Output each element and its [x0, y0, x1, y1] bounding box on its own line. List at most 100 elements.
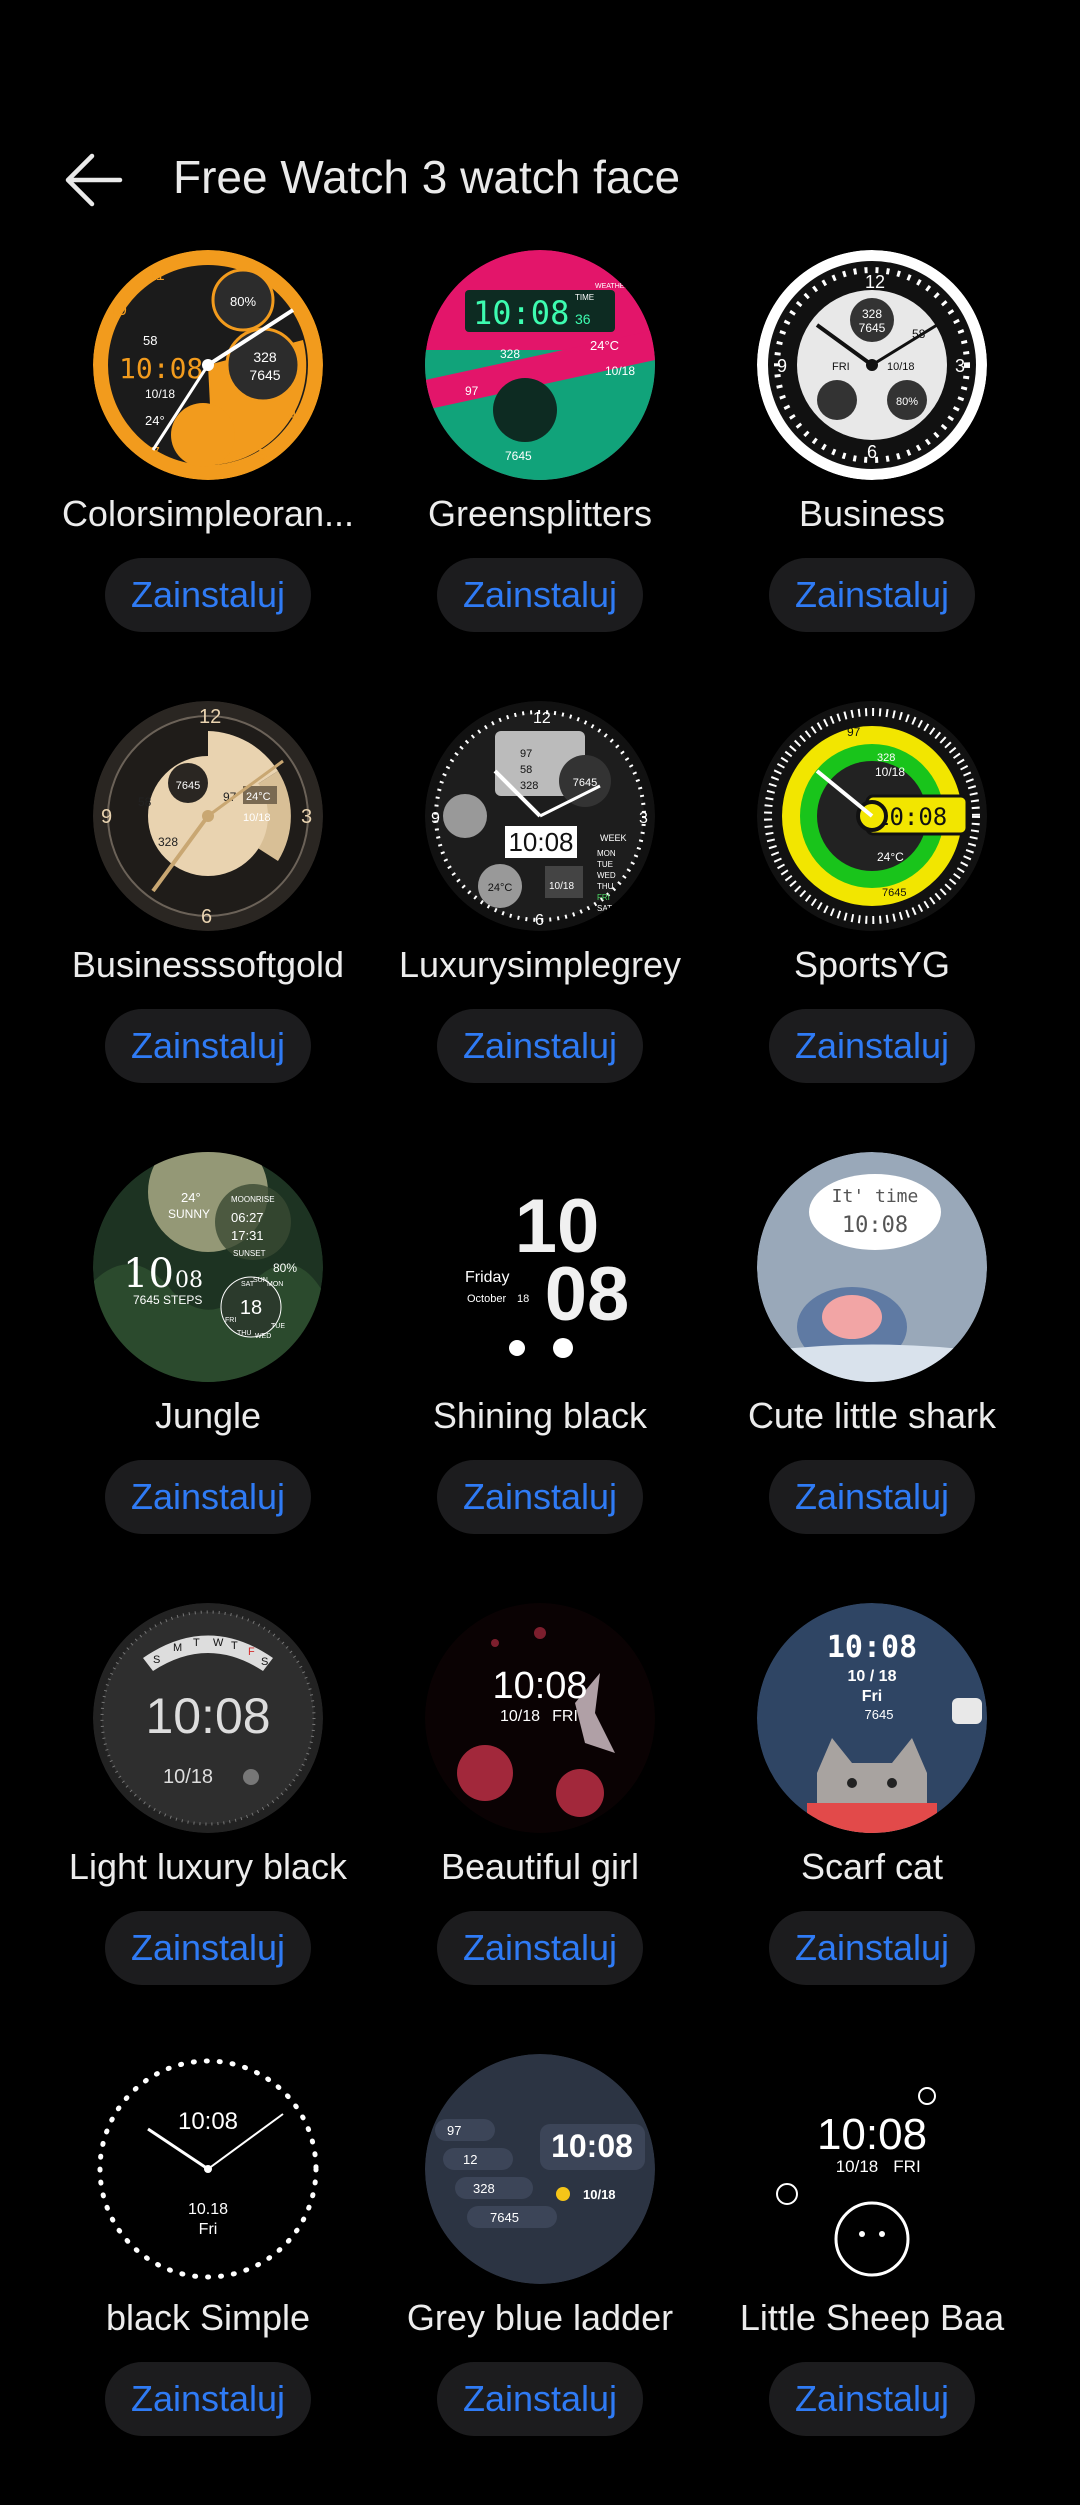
install-button[interactable]: Zainstaluj — [437, 558, 643, 632]
watch-face-card[interactable]: 97 58 328 7645 10:08 24°C 10/18 MON TUE … — [360, 701, 720, 1152]
face-text: 10 / 18 — [848, 1668, 897, 1685]
face-text: 7645 — [573, 777, 597, 789]
face-text: 9 — [101, 806, 112, 828]
black-luxury-watch-face-icon[interactable]: S M T W T F S 10:08 10/18 — [93, 1603, 323, 1833]
install-button[interactable]: Zainstaluj — [769, 1911, 975, 1985]
watch-face-card[interactable]: 10:08 97 10/18 24°C 7645 328 SportsYG Za… — [692, 701, 1052, 1152]
install-button[interactable]: Zainstaluj — [437, 2362, 643, 2436]
install-button[interactable]: Zainstaluj — [437, 1009, 643, 1083]
face-text: 24°C — [590, 338, 619, 353]
watch-face-name: Businesssoftgold — [71, 944, 345, 985]
face-text: WED — [597, 871, 616, 880]
face-text: 5 — [258, 447, 267, 464]
face-text: 7645 — [176, 780, 200, 792]
face-text: 328 — [520, 780, 538, 792]
face-text: FRI — [597, 893, 610, 902]
watch-face-card[interactable]: 328 7645 80% 58 FRI 10/18 12 6 3 9 Busin… — [692, 250, 1052, 701]
top-bar: Free Watch 3 watch face — [0, 120, 1080, 240]
install-button[interactable]: Zainstaluj — [105, 2362, 311, 2436]
install-button[interactable]: Zainstaluj — [437, 1911, 643, 1985]
face-text: 7645 — [505, 449, 532, 463]
watch-face-card[interactable]: S M T W T F S 10:08 10/18 Light luxury b… — [28, 1603, 388, 2054]
face-text: 10 — [123, 1251, 174, 1297]
face-text: 6 — [867, 442, 877, 462]
orange-analog-watch-face-icon[interactable]: 80% 328 7645 58 10:08 10/18 24° 11 10 7 … — [93, 250, 323, 480]
watch-face-card[interactable]: 24° SUNNY MOONRISE 06:27 17:31 SUNSET 10… — [28, 1152, 388, 1603]
face-text: 36 — [575, 311, 591, 327]
face-text: T — [193, 1637, 200, 1649]
face-text: Friday — [465, 1269, 509, 1286]
face-text: 328 — [877, 752, 895, 764]
face-text: 328 — [253, 349, 277, 365]
black-simple-analog-watch-face-icon[interactable]: 10:08 10.18 Fri — [93, 2054, 323, 2284]
face-text: SUNSET — [233, 1249, 266, 1258]
face-text: SUN — [597, 915, 614, 924]
install-button[interactable]: Zainstaluj — [769, 2362, 975, 2436]
face-text: 10:08 — [817, 2110, 927, 2159]
watch-face-card[interactable]: 80% 328 7645 58 10:08 10/18 24° 11 10 7 … — [28, 250, 388, 701]
face-text: 6 — [201, 906, 212, 928]
face-text: Fri — [199, 2221, 218, 2238]
install-button[interactable]: Zainstaluj — [105, 1911, 311, 1985]
face-text: 10/18 — [583, 2187, 616, 2202]
watch-face-card[interactable]: It' time 10:08 Cute little shark Zainsta… — [692, 1152, 1052, 1603]
yellow-green-sports-watch-face-icon[interactable]: 10:08 97 10/18 24°C 7645 328 — [757, 701, 987, 931]
shark-watch-face-icon[interactable]: It' time 10:08 — [757, 1152, 987, 1382]
gold-analog-watch-face-icon[interactable]: 7645 58 97 24°C 10/18 328 12 6 3 9 — [93, 701, 323, 931]
face-text: 10:08 — [145, 1688, 270, 1744]
face-text: 24° — [181, 1190, 201, 1205]
watch-face-card[interactable]: 10:08 10/18 FRI Little Sheep Baa Zainsta… — [692, 2054, 1052, 2505]
flower-girl-watch-face-icon[interactable]: 10:08 10/18 FRI — [425, 1603, 655, 1833]
install-button[interactable]: Zainstaluj — [437, 1460, 643, 1534]
face-text: 80% — [273, 1261, 297, 1275]
face-text: 10:08 — [827, 1630, 917, 1665]
watch-face-card[interactable]: 7645 58 97 24°C 10/18 328 12 6 3 9 Busin… — [28, 701, 388, 1152]
face-text: 10/18 — [500, 1708, 540, 1725]
install-button[interactable]: Zainstaluj — [769, 1460, 975, 1534]
grey-analog-watch-face-icon[interactable]: 97 58 328 7645 10:08 24°C 10/18 MON TUE … — [425, 701, 655, 931]
watch-face-name: Shining black — [432, 1395, 648, 1436]
face-text: 12 — [199, 706, 221, 728]
face-text: 08 — [545, 1252, 630, 1337]
face-text: 9 — [431, 810, 440, 827]
face-text: 10:08 — [473, 294, 569, 332]
watch-face-card[interactable]: 10:08 10/18 FRI Beautiful girl Zainstalu… — [360, 1603, 720, 2054]
watch-face-name: black Simple — [105, 2297, 311, 2338]
face-text: TUE — [271, 1323, 285, 1330]
install-button[interactable]: Zainstaluj — [105, 558, 311, 632]
face-text: S — [153, 1654, 160, 1666]
face-text: 80% — [230, 294, 256, 309]
face-text: 3 — [639, 810, 648, 827]
face-text: 7645 — [490, 2210, 519, 2225]
watch-face-name: Luxurysimplegrey — [398, 944, 682, 985]
install-button[interactable]: Zainstaluj — [769, 558, 975, 632]
jungle-watch-face-icon[interactable]: 24° SUNNY MOONRISE 06:27 17:31 SUNSET 10… — [93, 1152, 323, 1382]
face-text: THU — [597, 882, 614, 891]
watch-face-card[interactable]: 10:08 10 / 18 Fri 7645 Scarf cat Zainsta… — [692, 1603, 1052, 2054]
face-text: 10:08 — [551, 2128, 633, 2164]
face-text: Fri — [862, 1688, 882, 1705]
face-text: TIME — [575, 293, 594, 302]
cat-watch-face-icon[interactable]: 10:08 10 / 18 Fri 7645 — [757, 1603, 987, 1833]
pink-green-digital-watch-face-icon[interactable]: 10:08 36 TIME WEATHER 24°C 97 328 10/18 … — [425, 250, 655, 480]
install-button[interactable]: Zainstaluj — [105, 1460, 311, 1534]
sheep-watch-face-icon[interactable]: 10:08 10/18 FRI — [757, 2054, 987, 2284]
watch-face-card[interactable]: 97 12 328 7645 10:08 10/18 Grey blue lad… — [360, 2054, 720, 2505]
face-text: WEATHER — [595, 283, 629, 290]
watch-face-card[interactable]: 10 08 Friday October 18 Shining black Za… — [360, 1152, 720, 1603]
back-arrow-icon[interactable] — [62, 152, 124, 208]
business-analog-watch-face-icon[interactable]: 328 7645 80% 58 FRI 10/18 12 6 3 9 — [757, 250, 987, 480]
black-digital-watch-face-icon[interactable]: 10 08 Friday October 18 — [425, 1152, 655, 1382]
face-text: 10 — [109, 302, 127, 319]
face-text: 10/18 — [875, 765, 905, 779]
watch-face-card[interactable]: 10:08 36 TIME WEATHER 24°C 97 328 10/18 … — [360, 250, 720, 701]
face-text: THU — [237, 1330, 251, 1337]
face-text: MOONRISE — [231, 1195, 275, 1204]
face-text: 7645 — [882, 887, 906, 899]
install-button[interactable]: Zainstaluj — [769, 1009, 975, 1083]
grey-blue-ladder-watch-face-icon[interactable]: 97 12 328 7645 10:08 10/18 — [425, 2054, 655, 2284]
install-button[interactable]: Zainstaluj — [105, 1009, 311, 1083]
watch-face-card[interactable]: 10:08 10.18 Fri black Simple Zainstaluj — [28, 2054, 388, 2505]
face-text: 97 — [447, 2123, 461, 2138]
face-text: 10:08 — [492, 1665, 587, 1707]
